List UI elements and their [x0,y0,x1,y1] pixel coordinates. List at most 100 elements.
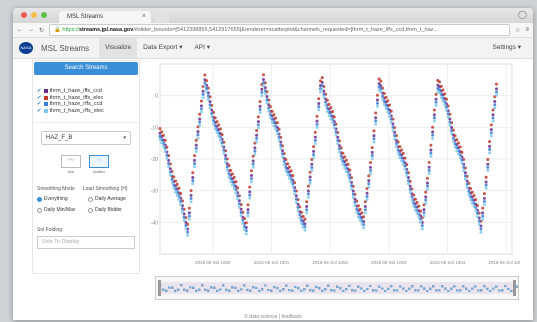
overview-mark [183,288,186,291]
data-point [251,159,255,163]
data-point [446,115,450,119]
close-window-icon[interactable] [21,12,27,18]
overview-mark [483,285,486,288]
data-point [179,203,183,207]
data-point [329,106,333,110]
channel-item[interactable]: ✔ thrm_t_haze_rffs_elec [37,108,139,115]
data-point [424,198,428,202]
data-point [346,162,350,166]
data-point [174,179,178,183]
data-point [372,134,376,138]
overview-mark [240,288,243,291]
star-icon[interactable]: ☆ [515,27,520,34]
scatter-plot-svg[interactable]: -40 -30 -20 -10 0 2015-05 Sol 1000 2015-05 Sol… [146,62,520,274]
overview-mark [180,284,183,287]
smoothing-option-daily-bidder[interactable]: Daily Bidder [88,207,139,213]
line-render-option[interactable]: 〰 line [61,155,81,174]
nav-api[interactable]: API ▾ [188,38,216,58]
data-point [161,133,165,137]
data-point [344,158,348,162]
data-point [396,151,400,155]
data-point [475,215,479,219]
data-point [370,157,374,161]
data-point [217,134,221,138]
overview-mark [354,289,357,292]
minimize-window-icon[interactable] [31,12,37,18]
reload-icon[interactable]: ↻ [39,27,44,34]
data-point [362,226,366,230]
back-icon[interactable]: ← [17,27,23,33]
data-point [234,180,238,184]
close-tab-icon[interactable]: × [142,11,146,23]
menu-icon[interactable]: ≡ [525,27,529,33]
scatter-plot[interactable]: -40 -30 -20 -10 0 2015-05 Sol 1000 2015-05 Sol… [146,62,520,274]
data-point [446,112,450,116]
forward-icon[interactable]: → [28,27,34,33]
app-brand[interactable]: MSL Streams [41,44,89,53]
time-range-slider[interactable] [155,276,519,300]
zoom-window-icon[interactable] [41,12,47,18]
overview-mark [408,287,411,290]
data-point [403,156,407,160]
data-point [177,186,181,190]
data-point [439,84,443,88]
scatter-render-option[interactable]: ⁘ scatter [89,155,109,174]
data-point [246,211,250,215]
overview-mark [510,289,513,292]
data-point [439,96,443,100]
data-point [450,129,454,133]
data-point [199,107,203,111]
data-point [389,117,393,121]
data-point [243,225,247,229]
data-point [275,121,279,125]
overview-mark [411,285,414,288]
data-point [313,130,317,134]
profile-icon[interactable]: ◯ [518,10,527,19]
data-point [191,182,195,186]
smoothing-option-daily-average[interactable]: Daily Average [88,196,139,202]
data-point [457,141,461,145]
data-point [360,211,364,215]
data-point [263,92,267,96]
smoothing-option-daily-minmax[interactable]: Daily Min/Max [37,207,88,213]
browser-tab[interactable]: MSL Streams × [59,11,151,23]
data-point [469,187,473,191]
lock-icon: 🔒 [54,27,61,33]
data-point [158,126,162,130]
instrument-select[interactable]: HAZ_F_B ▾ [41,131,131,145]
overview-svg[interactable] [156,277,519,299]
data-point [358,207,362,211]
data-point [193,165,197,169]
data-point [474,198,478,202]
data-point [262,77,266,81]
data-point [389,120,393,124]
data-point [391,128,395,132]
data-point [262,84,266,88]
data-point [429,148,433,152]
overview-mark [453,285,456,288]
new-tab-button[interactable] [155,13,169,23]
overview-mark [300,289,303,292]
overview-mark [294,286,297,289]
search-streams-button[interactable]: Search Streams [34,62,138,75]
data-point [258,111,262,115]
nav-settings[interactable]: Settings ▾ [486,38,527,58]
smoothing-option-label: Daily Bidder [95,207,122,213]
overview-mark [423,287,426,290]
nav-data-export[interactable]: Data Export ▾ [137,38,188,58]
nasa-logo[interactable]: NASA [19,42,33,54]
data-point [438,80,442,84]
overview-mark [216,289,219,292]
overview-mark [381,287,384,290]
data-point [249,177,253,181]
overview-mark [186,289,189,292]
data-point [327,102,331,106]
radio-icon [88,196,93,202]
y-tick-label: -40 [151,220,158,226]
address-bar[interactable]: 🔒 https://streams.jpl.nasa.gov/#slider_b… [49,24,511,36]
data-point [313,135,317,139]
nav-visualize[interactable]: Visualize [99,38,138,58]
data-point [481,217,485,221]
smoothing-option-everything[interactable]: Everything [37,196,88,202]
sols-to-display-input[interactable]: Sols To Display [37,236,135,249]
